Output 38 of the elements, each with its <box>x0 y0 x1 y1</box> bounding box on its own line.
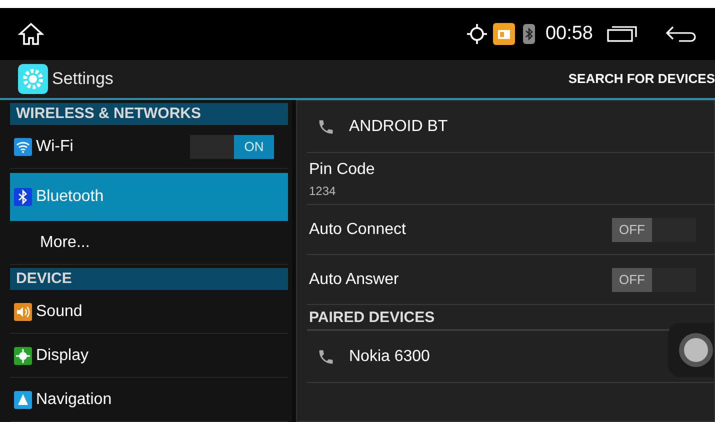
crosshair-icon <box>467 24 488 44</box>
setting-value: 1234 <box>309 182 337 200</box>
sidebar-item[interactable]: Sound <box>10 290 288 334</box>
back-icon[interactable] <box>665 25 697 43</box>
bluetooth-icon <box>14 188 32 206</box>
brightness-icon <box>14 346 32 364</box>
sidebar-item[interactable]: Navigation <box>10 378 288 422</box>
floating-circle-button[interactable] <box>668 323 714 377</box>
recent-apps-icon[interactable] <box>607 26 637 42</box>
toggle-label: OFF <box>612 218 652 242</box>
bluetooth-icon <box>523 24 536 44</box>
pin-code-row[interactable]: Pin Code 1234 <box>307 153 714 205</box>
navigation-icon <box>14 390 32 408</box>
section-header: DEVICE <box>10 268 288 290</box>
toggle-label: ON <box>234 134 274 158</box>
speaker-icon <box>14 302 32 320</box>
device-row[interactable]: Nokia 6300 <box>307 331 664 382</box>
toggle-switch[interactable]: OFF <box>612 268 696 292</box>
radio-icon <box>493 23 516 45</box>
sidebar-item[interactable]: Display <box>10 334 288 378</box>
phone-icon <box>317 118 335 136</box>
app-title: Settings <box>52 68 114 90</box>
search-devices-button[interactable]: SEARCH FOR DEVICES <box>568 69 715 89</box>
sidebar-item[interactable]: More... <box>10 221 288 265</box>
sidebar-item[interactable]: Wi-Fi ON <box>10 125 288 169</box>
toggle-switch[interactable]: OFF <box>612 218 696 242</box>
gear-icon <box>18 64 48 94</box>
phone-icon <box>317 348 335 366</box>
setting-label: Pin Code <box>309 160 376 180</box>
toggle-label: OFF <box>612 268 652 292</box>
device-row[interactable]: ANDROID BT <box>307 101 664 152</box>
setting-row[interactable]: Auto Answer OFF <box>307 255 714 305</box>
home-icon[interactable] <box>18 22 44 46</box>
wifi-icon <box>14 138 32 156</box>
setting-row[interactable]: Auto Connect OFF <box>307 205 714 255</box>
clock-time: 00:58 <box>545 22 593 46</box>
sidebar-item[interactable]: Bluetooth <box>10 173 288 221</box>
section-header: WIRELESS & NETWORKS <box>10 103 288 125</box>
